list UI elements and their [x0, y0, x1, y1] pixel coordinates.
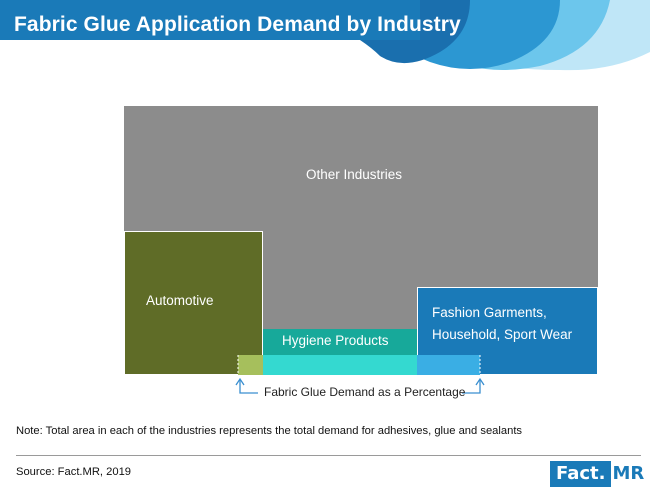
source-text: Source: Fact.MR, 2019 — [16, 466, 132, 478]
note-text: Note: Total area in each of the industri… — [16, 425, 523, 437]
logo-part2: MR — [612, 463, 645, 484]
demand-annotation-label: Fabric Glue Demand as a Percentage — [264, 385, 466, 399]
logo-part1: Fact. — [550, 461, 611, 487]
factmr-logo: Fact. MR — [550, 461, 648, 487]
footer-divider — [16, 455, 641, 456]
